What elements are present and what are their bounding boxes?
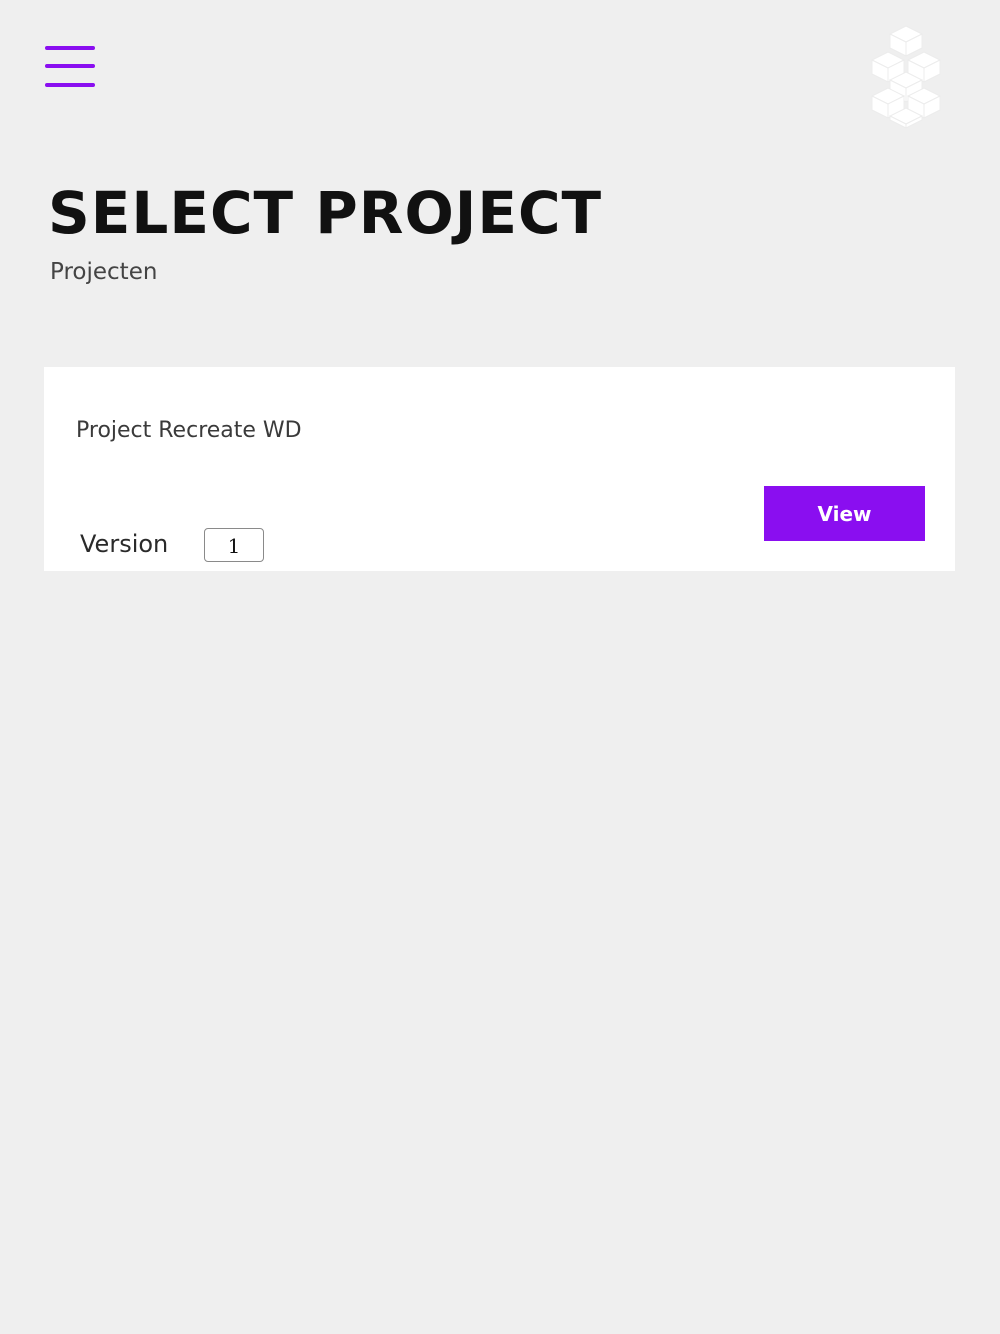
project-name: Project Recreate WD [76, 418, 302, 443]
menu-icon-bar [45, 64, 95, 68]
menu-button[interactable] [45, 46, 95, 88]
view-button[interactable]: View [764, 486, 925, 541]
page-title: SELECT PROJECT [48, 179, 603, 247]
menu-icon-bar [45, 46, 95, 50]
version-label: Version [80, 530, 169, 558]
version-input[interactable] [204, 528, 264, 562]
logo-icon [866, 22, 946, 130]
project-card: Project Recreate WD Version View [44, 367, 955, 571]
menu-icon-bar [45, 83, 95, 87]
page-subtitle: Projecten [50, 259, 158, 285]
